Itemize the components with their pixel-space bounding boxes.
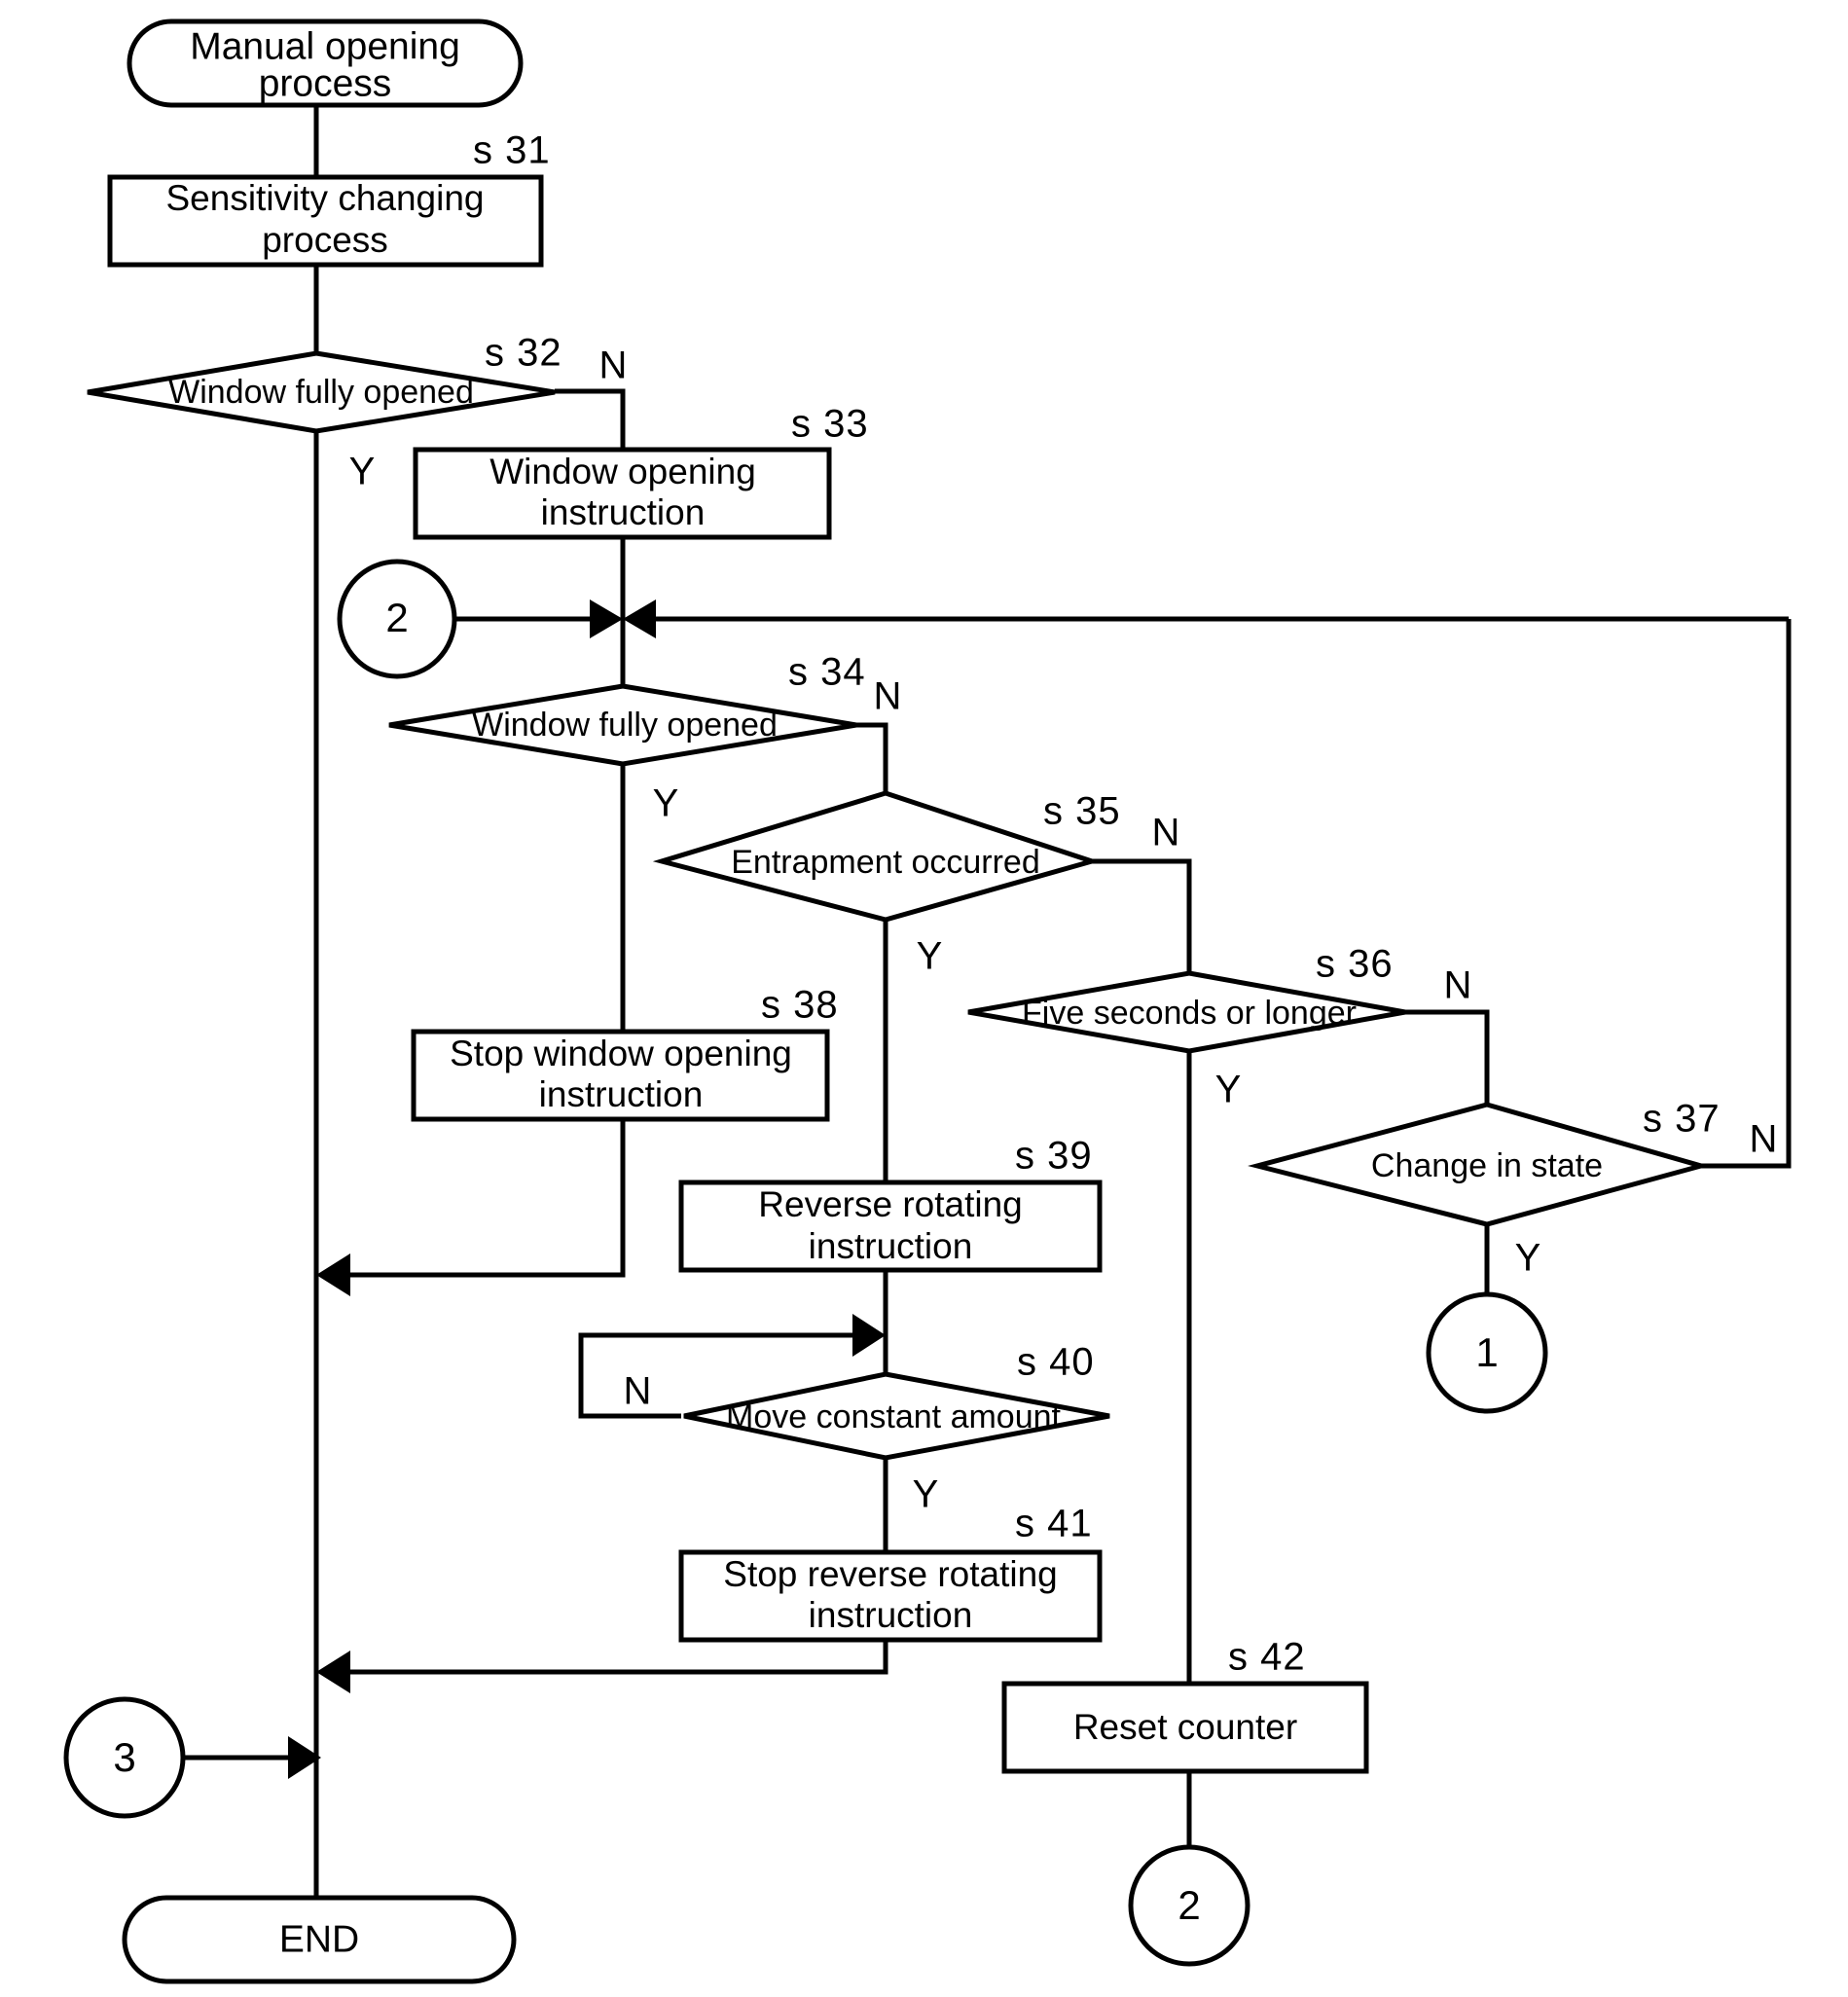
step-label-s37: s 37 [1643,1098,1721,1141]
process-s38-label-line2: instruction [539,1074,704,1114]
process-s31-label-line1: Sensitivity changing [165,178,484,218]
flowchart-canvas: Manual opening process Sensitivity chang… [0,0,1848,1997]
decision-s37-label: Change in state [1371,1147,1603,1184]
decision-s32-label: Window fully opened [168,374,474,411]
edge-s37-no-return [1701,619,1792,1169]
step-label-s31: s 31 [473,129,551,172]
edge-s35-no-to-s36 [1092,858,1192,973]
step-label-s39: s 39 [1015,1135,1093,1178]
decision-s36-yes-label: Y [1215,1069,1242,1111]
decision-s34-no-label: N [874,675,902,718]
process-s39-label-line1: Reverse rotating [758,1184,1022,1224]
decision-s36-no-label: N [1444,964,1472,1007]
step-label-s35: s 35 [1043,790,1121,833]
step-label-s34: s 34 [788,651,866,694]
decision-s35-yes-label: Y [917,935,943,978]
step-label-s36: s 36 [1316,943,1394,986]
decision-s40-yes-label: Y [913,1473,939,1516]
edge-s41-to-main-spine [345,1640,888,1675]
terminator-start-label-line2: process [259,62,392,104]
edge-s32-no-to-s33 [555,388,626,450]
flowchart-svg: Manual opening process Sensitivity chang… [63,18,1792,1984]
decision-s34-label: Window fully opened [472,707,778,744]
terminator-end-label: END [279,1918,359,1960]
step-label-s38: s 38 [761,984,839,1027]
process-s41-label-line2: instruction [809,1595,973,1635]
connector-out-1-label: 1 [1475,1329,1498,1375]
terminator-start-label-line1: Manual opening [190,25,460,67]
step-label-s42: s 42 [1228,1636,1306,1679]
decision-s40-no-label: N [624,1370,652,1413]
process-s33-label-line2: instruction [541,492,706,532]
step-label-s40: s 40 [1017,1341,1095,1384]
step-label-s33: s 33 [791,403,869,446]
decision-s32-no-label: N [599,345,628,387]
decision-s37-yes-label: Y [1515,1237,1541,1280]
decision-s34-yes-label: Y [653,782,679,825]
process-s39-label-line2: instruction [809,1226,973,1266]
process-s38-label-line1: Stop window opening [450,1034,792,1073]
connector-out-2-label: 2 [1178,1882,1200,1928]
edge-s38-to-main-spine [345,1119,626,1278]
arrowhead-s41-join [316,1651,350,1693]
process-s33-label-line1: Window opening [489,452,756,491]
decision-s40-label: Move constant amount [726,1398,1062,1435]
step-label-s41: s 41 [1015,1503,1093,1545]
step-label-s32: s 32 [485,332,562,375]
decision-s35-no-label: N [1152,812,1180,854]
connector-in-2-label: 2 [385,595,408,640]
arrowhead-merge-right [623,599,656,638]
decision-s35-label: Entrapment occurred [731,844,1040,881]
arrowhead-s38-join [316,1253,350,1296]
edge-s36-no-to-s37 [1405,1009,1490,1105]
arrowhead-merge-left [590,599,623,638]
process-s42-label-line1: Reset counter [1073,1707,1297,1747]
process-s31-label-line2: process [262,220,388,260]
arrowhead-s40-loop [852,1314,886,1357]
decision-s36-label: Five seconds or longer [1022,995,1357,1032]
decision-s37-no-label: N [1750,1118,1778,1161]
edge-s34-no-to-s35 [856,722,888,793]
connector-in-3-label: 3 [113,1734,135,1780]
process-s41-label-line1: Stop reverse rotating [723,1554,1057,1594]
decision-s32-yes-label: Y [349,451,376,493]
